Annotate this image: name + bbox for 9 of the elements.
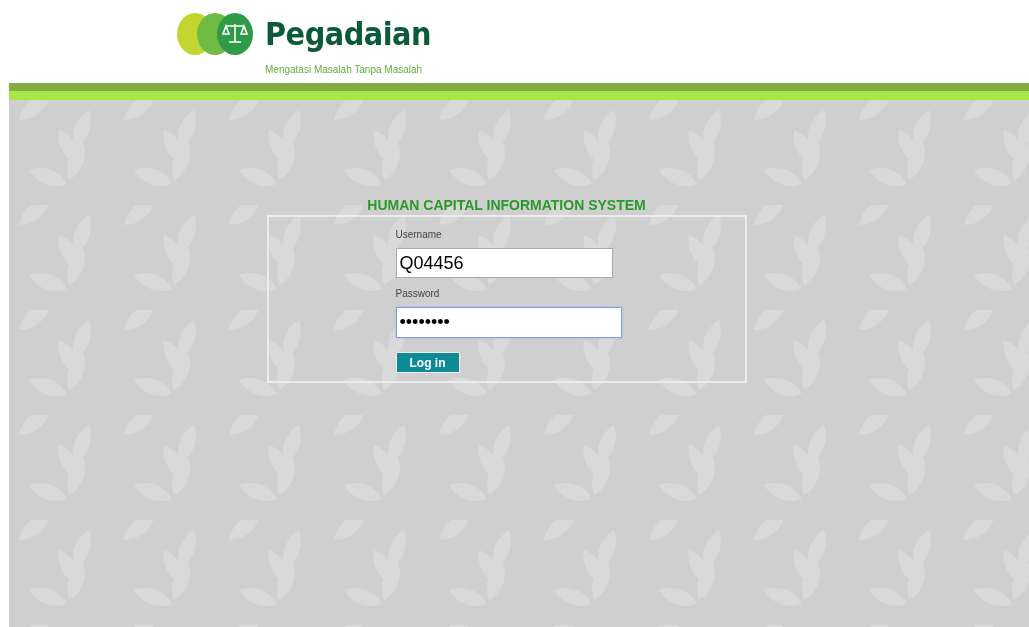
logo-icon	[175, 12, 255, 56]
tagline: Mengatasi Masalah Tanpa Masalah	[265, 64, 424, 75]
field-label: Username	[395, 229, 443, 240]
login-button[interactable]: Log in	[395, 352, 460, 373]
input-field[interactable]: ••••••••	[395, 307, 622, 338]
field-label: Password	[395, 288, 441, 299]
input-field[interactable]: Q04456	[395, 248, 613, 278]
system-title: HUMAN CAPITAL INFORMATION SYSTEM	[367, 197, 646, 213]
brand-name: Pegadaian	[265, 18, 431, 50]
